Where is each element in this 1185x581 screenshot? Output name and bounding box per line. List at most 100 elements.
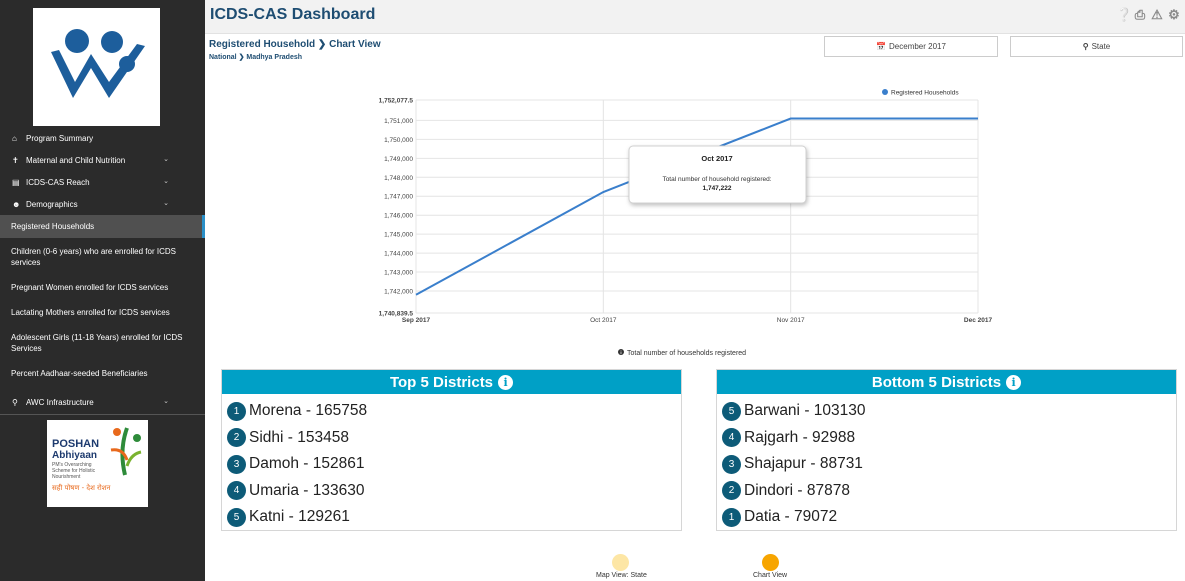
district-name: Barwani	[744, 402, 800, 420]
data-point[interactable]	[414, 293, 418, 297]
sidebar-item-demographics[interactable]: ☻ Demographics ⌄	[0, 193, 205, 215]
district-value: - 133630	[303, 481, 365, 499]
data-point[interactable]	[601, 190, 605, 194]
info-icon[interactable]: i	[498, 374, 514, 390]
chart-legend[interactable]: Registered Households	[882, 89, 959, 97]
top-5-districts-panel: Top 5 Districts i 1 Morena - 165758 2 Sidh…	[221, 369, 682, 531]
y-tick-label: 1,749,000	[384, 156, 413, 163]
sidebar-subitem-aadhaar-seeded[interactable]: Percent Aadhaar-seeded Beneficiaries	[0, 364, 205, 383]
list-item: 4 Umaria - 133630	[227, 478, 681, 505]
sidebar-subitem-adolescent-girls[interactable]: Adolescent Girls (11-18 Years) enrolled …	[0, 328, 205, 358]
breadcrumb-registered-household[interactable]: Registered Household	[209, 39, 315, 50]
y-tick-label: 1,744,000	[384, 251, 413, 258]
breadcrumb-state: Madhya Pradesh	[246, 54, 303, 61]
legend-label: Registered Households	[891, 90, 959, 97]
data-point[interactable]	[789, 117, 793, 121]
list-item: 2 Sidhi - 153458	[227, 425, 681, 452]
calendar-icon: 📅	[876, 42, 887, 51]
list-item: 2 Dindori - 87878	[722, 478, 1176, 505]
info-icon[interactable]: i	[1006, 374, 1022, 390]
list-item: 1 Datia - 79072	[722, 504, 1176, 531]
list-item: 3 Shajapur - 88731	[722, 451, 1176, 478]
district-value: - 87878	[797, 481, 850, 499]
icds-logo	[33, 8, 160, 126]
x-axis-ticks: Sep 2017 Oct 2017 Nov 2017 Dec 2017	[402, 317, 993, 324]
legend-swatch	[882, 89, 888, 95]
location-level-selector[interactable]: ⚲ State	[1010, 36, 1183, 57]
print-icon[interactable]: ⎙	[1133, 8, 1147, 22]
sidebar-item-label: Program Summary	[26, 133, 94, 143]
rank-badge: 4	[227, 481, 246, 501]
sidebar-item-label: Demographics	[26, 199, 78, 209]
sidebar: ⌂ Program Summary ✝ Maternal and Child N…	[0, 0, 205, 581]
district-name: Damoh	[249, 455, 299, 473]
district-name: Katni	[249, 508, 285, 526]
sidebar-subitem-lactating-mothers[interactable]: Lactating Mothers enrolled for ICDS serv…	[0, 303, 205, 322]
list-item: 5 Barwani - 103130	[722, 398, 1176, 425]
rank-badge: 4	[722, 428, 741, 448]
chart-caption-text: Total number of households registered	[627, 350, 746, 357]
users-icon: ☻	[12, 199, 21, 209]
district-value: - 153458	[287, 428, 349, 446]
rank-badge: 5	[722, 401, 741, 421]
top-5-districts-list: 1 Morena - 165758 2 Sidhi - 153458 3 Damoh …	[222, 394, 681, 531]
page-title: ICDS-CAS Dashboard	[210, 6, 376, 23]
x-tick-label: Nov 2017	[777, 317, 805, 324]
sidebar-item-icds-cas-reach[interactable]: ▤ ICDS-CAS Reach ⌄	[0, 171, 205, 193]
district-name: Sidhi	[249, 428, 284, 446]
rank-badge: 1	[722, 507, 741, 527]
list-item: 4 Rajgarh - 92988	[722, 425, 1176, 452]
breadcrumb: National ❯ Madhya Pradesh	[209, 53, 302, 61]
sidebar-subitem-children[interactable]: Children (0-6 years) who are enrolled fo…	[0, 242, 205, 272]
data-point[interactable]	[976, 117, 980, 121]
sidebar-subitem-registered-households[interactable]: Registered Households	[0, 215, 205, 238]
district-name: Shajapur	[744, 455, 807, 473]
month-selector[interactable]: 📅 December 2017	[824, 36, 998, 57]
chevron-down-icon: ⌄	[163, 200, 169, 207]
rank-badge: 5	[227, 507, 246, 527]
home-icon: ⌂	[12, 133, 17, 143]
top-5-districts-title: Top 5 Districts	[389, 373, 494, 391]
breadcrumb-chart-view: Chart View	[329, 39, 381, 50]
poshan-subtitle: Abhiyaan	[52, 450, 97, 461]
map-view-label: Map View: State	[596, 572, 647, 579]
poshan-title: POSHAN	[52, 438, 99, 450]
breadcrumb-title: Registered Household ❯ Chart View	[209, 39, 381, 50]
district-name: Dindori	[744, 481, 794, 499]
chart-grid	[415, 99, 979, 314]
district-value: - 92988	[802, 428, 856, 446]
sidebar-divider	[0, 414, 205, 415]
chart-caption: i Total number of households registered	[618, 349, 746, 357]
chart-view-toggle[interactable]	[762, 554, 779, 571]
y-tick-label: 1,752,077.5	[379, 98, 414, 105]
y-tick-label: 1,742,000	[384, 289, 413, 296]
y-tick-label: 1,747,000	[384, 194, 413, 201]
sidebar-item-program-summary[interactable]: ⌂ Program Summary	[0, 127, 205, 149]
tooltip-text: Total number of household registered:	[662, 176, 771, 183]
sidebar-item-label: AWC Infrastructure	[26, 397, 94, 407]
sidebar-subitem-pregnant-women[interactable]: Pregnant Women enrolled for ICDS service…	[0, 278, 205, 297]
district-name: Rajgarh	[744, 428, 799, 446]
poshan-hindi-slogan: सही पोषण - देश रोशन	[52, 483, 110, 492]
bottom-5-districts-list: 5 Barwani - 103130 4 Rajgarh - 92988 3 Shaj…	[717, 394, 1176, 531]
help-icon[interactable]: ❔	[1116, 8, 1132, 22]
rank-badge: 2	[722, 481, 741, 501]
rank-badge: 3	[227, 454, 246, 474]
bulb-icon: ⚲	[12, 397, 18, 407]
chart-series	[414, 117, 980, 297]
gear-icon[interactable]: ⚙	[1167, 8, 1181, 22]
breadcrumb-national[interactable]: National	[209, 54, 237, 61]
district-value: - 79072	[784, 508, 838, 526]
poshan-abhiyaan-logo: POSHAN Abhiyaan PM's Overarching Scheme …	[47, 420, 148, 507]
map-view-toggle[interactable]	[612, 554, 629, 571]
y-tick-label: 1,746,000	[384, 213, 413, 220]
sidebar-item-label: Maternal and Child Nutrition	[26, 155, 126, 165]
registered-households-line-chart: 1,740,839.51,742,0001,743,0001,744,0001,…	[379, 89, 993, 357]
y-axis-ticks: 1,740,839.51,742,0001,743,0001,744,0001,…	[379, 98, 414, 318]
warning-icon[interactable]: ⚠	[1150, 8, 1164, 22]
district-name: Umaria	[249, 481, 299, 499]
sidebar-item-awc-infrastructure[interactable]: ⚲ AWC Infrastructure ⌄	[0, 391, 205, 413]
sidebar-item-maternal-child-nutrition[interactable]: ✝ Maternal and Child Nutrition ⌄	[0, 149, 205, 171]
district-name: Morena	[249, 402, 302, 420]
y-tick-label: 1,751,000	[384, 118, 413, 125]
